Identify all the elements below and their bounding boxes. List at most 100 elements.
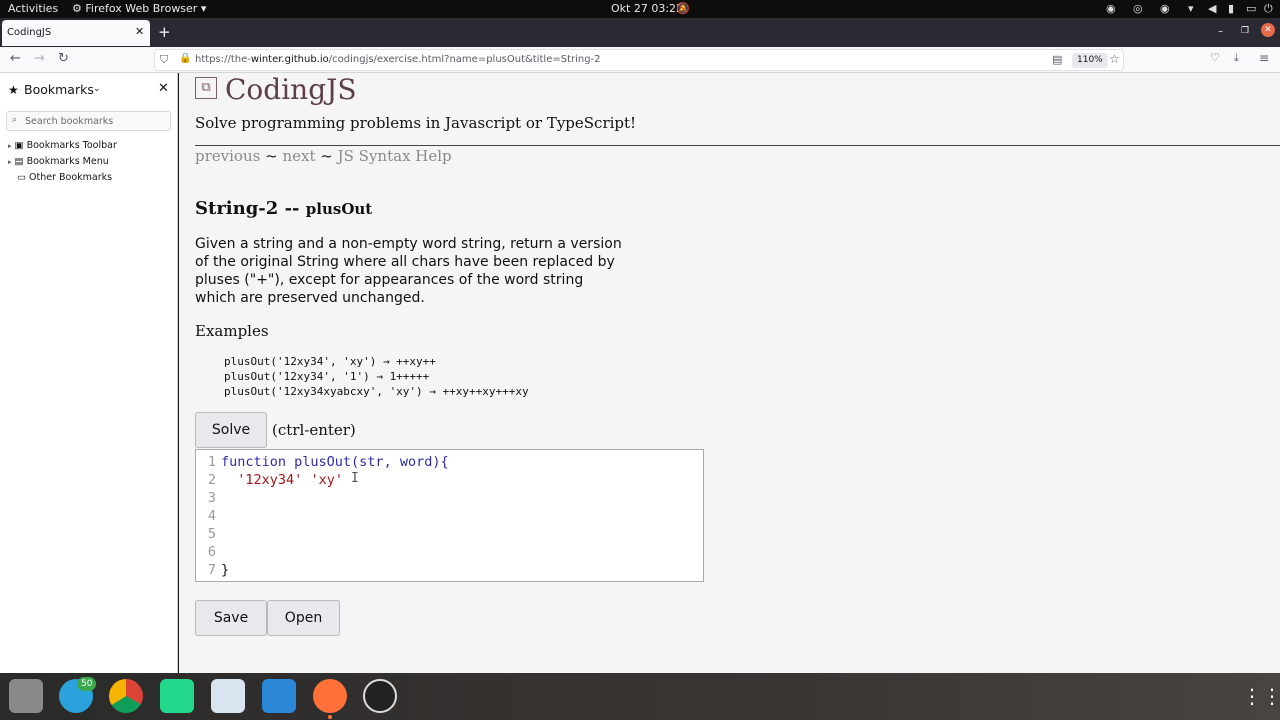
heading-category: String-2 -- xyxy=(195,198,300,219)
tagline: Solve programming problems in Javascript… xyxy=(195,114,637,132)
new-tab-button[interactable]: + xyxy=(158,23,171,41)
example-line: plusOut('12xy34xyabcxy', 'xy') → ++xy++x… xyxy=(224,385,529,398)
line-number: 6 xyxy=(207,544,216,560)
tab-codingjs[interactable]: CodingJS ✕ xyxy=(2,20,150,46)
search-icon: ⌕ xyxy=(12,115,18,125)
sidebar-item-other-bookmarks[interactable]: ▭ Other Bookmarks xyxy=(17,172,112,183)
code-editor[interactable]: 1 2 3 4 5 6 7 function plusOut(str, word… xyxy=(195,449,704,582)
chevron-down-icon[interactable]: ⌄ xyxy=(93,84,101,94)
save-button[interactable]: Save xyxy=(195,600,267,636)
nav-separator: ~ xyxy=(320,147,333,165)
code-line-7[interactable]: } xyxy=(221,562,229,578)
exercise-nav: previous ~ next ~ JS Syntax Help xyxy=(195,147,452,165)
app-menu[interactable]: ⚙ Firefox Web Browser ▾ xyxy=(72,2,206,15)
close-window-icon[interactable]: ✕ xyxy=(1261,23,1275,37)
heading-name: plusOut xyxy=(305,200,373,218)
tray-chrome-icon[interactable]: ◎ xyxy=(1133,2,1143,15)
notification-bell-icon: 🔕 xyxy=(676,2,690,15)
sidebar-item-label: Other Bookmarks xyxy=(29,172,113,183)
firefox-app-icon[interactable] xyxy=(313,679,347,713)
volume-icon[interactable]: ◀ xyxy=(1208,2,1216,15)
syntax-help-link[interactable]: JS Syntax Help xyxy=(338,147,452,165)
pycharm-app-icon[interactable] xyxy=(160,679,194,713)
url-bar[interactable]: ⛉ 🔒 https://the-winter.github.io/codingj… xyxy=(154,49,1124,71)
chrome-app-icon[interactable] xyxy=(109,679,143,713)
running-indicator xyxy=(328,715,332,719)
tab-strip: CodingJS ✕ + – ❐ ✕ xyxy=(0,18,1280,47)
line-number: 1 xyxy=(207,454,216,470)
restore-icon[interactable]: ❐ xyxy=(1241,26,1249,36)
lock-icon[interactable]: 🔒 xyxy=(179,53,191,64)
tray-app2-icon[interactable]: ◉ xyxy=(1160,2,1170,15)
folder-icon: ▭ xyxy=(17,172,26,183)
microphone-icon[interactable]: ▮ xyxy=(1228,2,1234,15)
zoom-level[interactable]: 110% xyxy=(1072,53,1108,68)
bookmarks-sidebar: ★ Bookmarks ⌄ ✕ ⌕ Search bookmarks ▸ ▣ B… xyxy=(0,73,178,673)
shield-icon[interactable]: ⛉ xyxy=(160,53,168,67)
example-line: plusOut('12xy34', '1') → 1+++++ xyxy=(224,370,430,383)
back-icon[interactable]: ← xyxy=(10,51,21,66)
sidebar-item-label: Bookmarks Toolbar xyxy=(26,140,117,151)
example-line: plusOut('12xy34', 'xy') → ++xy++ xyxy=(224,355,436,368)
line-number: 3 xyxy=(207,490,216,506)
open-button[interactable]: Open xyxy=(267,600,340,636)
line-number: 5 xyxy=(207,526,216,542)
toolbar-folder-icon: ▣ xyxy=(14,140,24,151)
battery-icon[interactable]: ▭ xyxy=(1246,2,1256,15)
wifi-icon[interactable]: ▾ xyxy=(1188,2,1194,15)
solve-shortcut-hint: (ctrl-enter) xyxy=(272,421,356,439)
bookmark-star-filled-icon: ★ xyxy=(8,83,19,97)
line-number: 7 xyxy=(207,562,216,578)
line-number: 4 xyxy=(207,508,216,524)
show-apps-grid-icon[interactable]: ⋮⋮ xyxy=(1242,684,1280,708)
files-app-icon[interactable] xyxy=(9,679,43,713)
navigation-toolbar: ← → ↻ ⛉ 🔒 https://the-winter.github.io/c… xyxy=(0,47,1280,73)
dock: 50 ⋮⋮ xyxy=(0,673,1280,720)
chevron-right-icon[interactable]: ▸ xyxy=(8,158,12,166)
forward-icon[interactable]: → xyxy=(34,51,45,66)
activities-button[interactable]: Activities xyxy=(8,2,58,15)
unread-badge: 50 xyxy=(77,677,97,691)
pocket-icon[interactable]: ♡ xyxy=(1210,51,1220,64)
sidebar-item-label: Bookmarks Menu xyxy=(26,156,109,167)
site-title: CodingJS xyxy=(225,73,357,106)
search-placeholder: Search bookmarks xyxy=(25,116,114,127)
problem-description: Given a string and a non-empty word stri… xyxy=(195,236,622,306)
examples-list: plusOut('12xy34', 'xy') → ++xy++ plusOut(… xyxy=(224,354,529,399)
tab-title: CodingJS xyxy=(7,27,52,38)
line-number: 2 xyxy=(207,472,216,488)
text-editor-app-icon[interactable] xyxy=(211,679,245,713)
clock[interactable]: Okt 27 03:22 xyxy=(611,2,683,15)
minimize-icon[interactable]: – xyxy=(1218,26,1223,37)
url-text[interactable]: https://the-winter.github.io/codingjs/ex… xyxy=(195,54,601,65)
code-line-1[interactable]: function plusOut(str, word){ xyxy=(221,454,449,470)
code-line-2[interactable]: '12xy34' 'xy' xyxy=(221,472,343,488)
firefox-small-icon: ⚙ xyxy=(72,2,82,15)
reload-icon[interactable]: ↻ xyxy=(58,51,69,66)
next-link[interactable]: next xyxy=(282,147,315,165)
menu-folder-icon: ▤ xyxy=(14,156,24,167)
solve-button[interactable]: Solve xyxy=(195,412,267,448)
chevron-right-icon[interactable]: ▸ xyxy=(8,142,12,150)
search-bookmarks-input[interactable]: ⌕ Search bookmarks xyxy=(6,111,171,131)
exercise-heading: String-2 -- plusOut xyxy=(195,198,372,219)
sidebar-title[interactable]: Bookmarks xyxy=(24,82,94,97)
previous-link[interactable]: previous xyxy=(195,147,260,165)
close-tab-icon[interactable]: ✕ xyxy=(135,25,144,38)
vscode-app-icon[interactable] xyxy=(262,679,296,713)
page-content: ⧉ CodingJS Solve programming problems in… xyxy=(179,73,1280,673)
tray-app-icon[interactable]: ◉ xyxy=(1106,2,1116,15)
power-icon[interactable]: ⏻ xyxy=(1264,2,1273,16)
menu-icon[interactable]: ≡ xyxy=(1259,51,1269,65)
chevron-down-icon: ▾ xyxy=(200,2,207,15)
close-sidebar-icon[interactable]: ✕ xyxy=(158,81,169,96)
app-menu-label: Firefox Web Browser xyxy=(85,2,198,15)
sidebar-item-bookmarks-menu[interactable]: ▸ ▤ Bookmarks Menu xyxy=(8,156,109,167)
sidebar-item-bookmarks-toolbar[interactable]: ▸ ▣ Bookmarks Toolbar xyxy=(8,140,117,151)
bookmark-star-icon[interactable]: ☆ xyxy=(1109,52,1120,66)
download-icon[interactable]: ⤓ xyxy=(1234,51,1239,65)
reader-view-icon[interactable]: ▤ xyxy=(1052,53,1062,66)
nav-separator: ~ xyxy=(265,147,278,165)
system-top-bar: Activities ⚙ Firefox Web Browser ▾ Okt 2… xyxy=(0,0,1280,18)
obs-app-icon[interactable] xyxy=(363,679,397,713)
